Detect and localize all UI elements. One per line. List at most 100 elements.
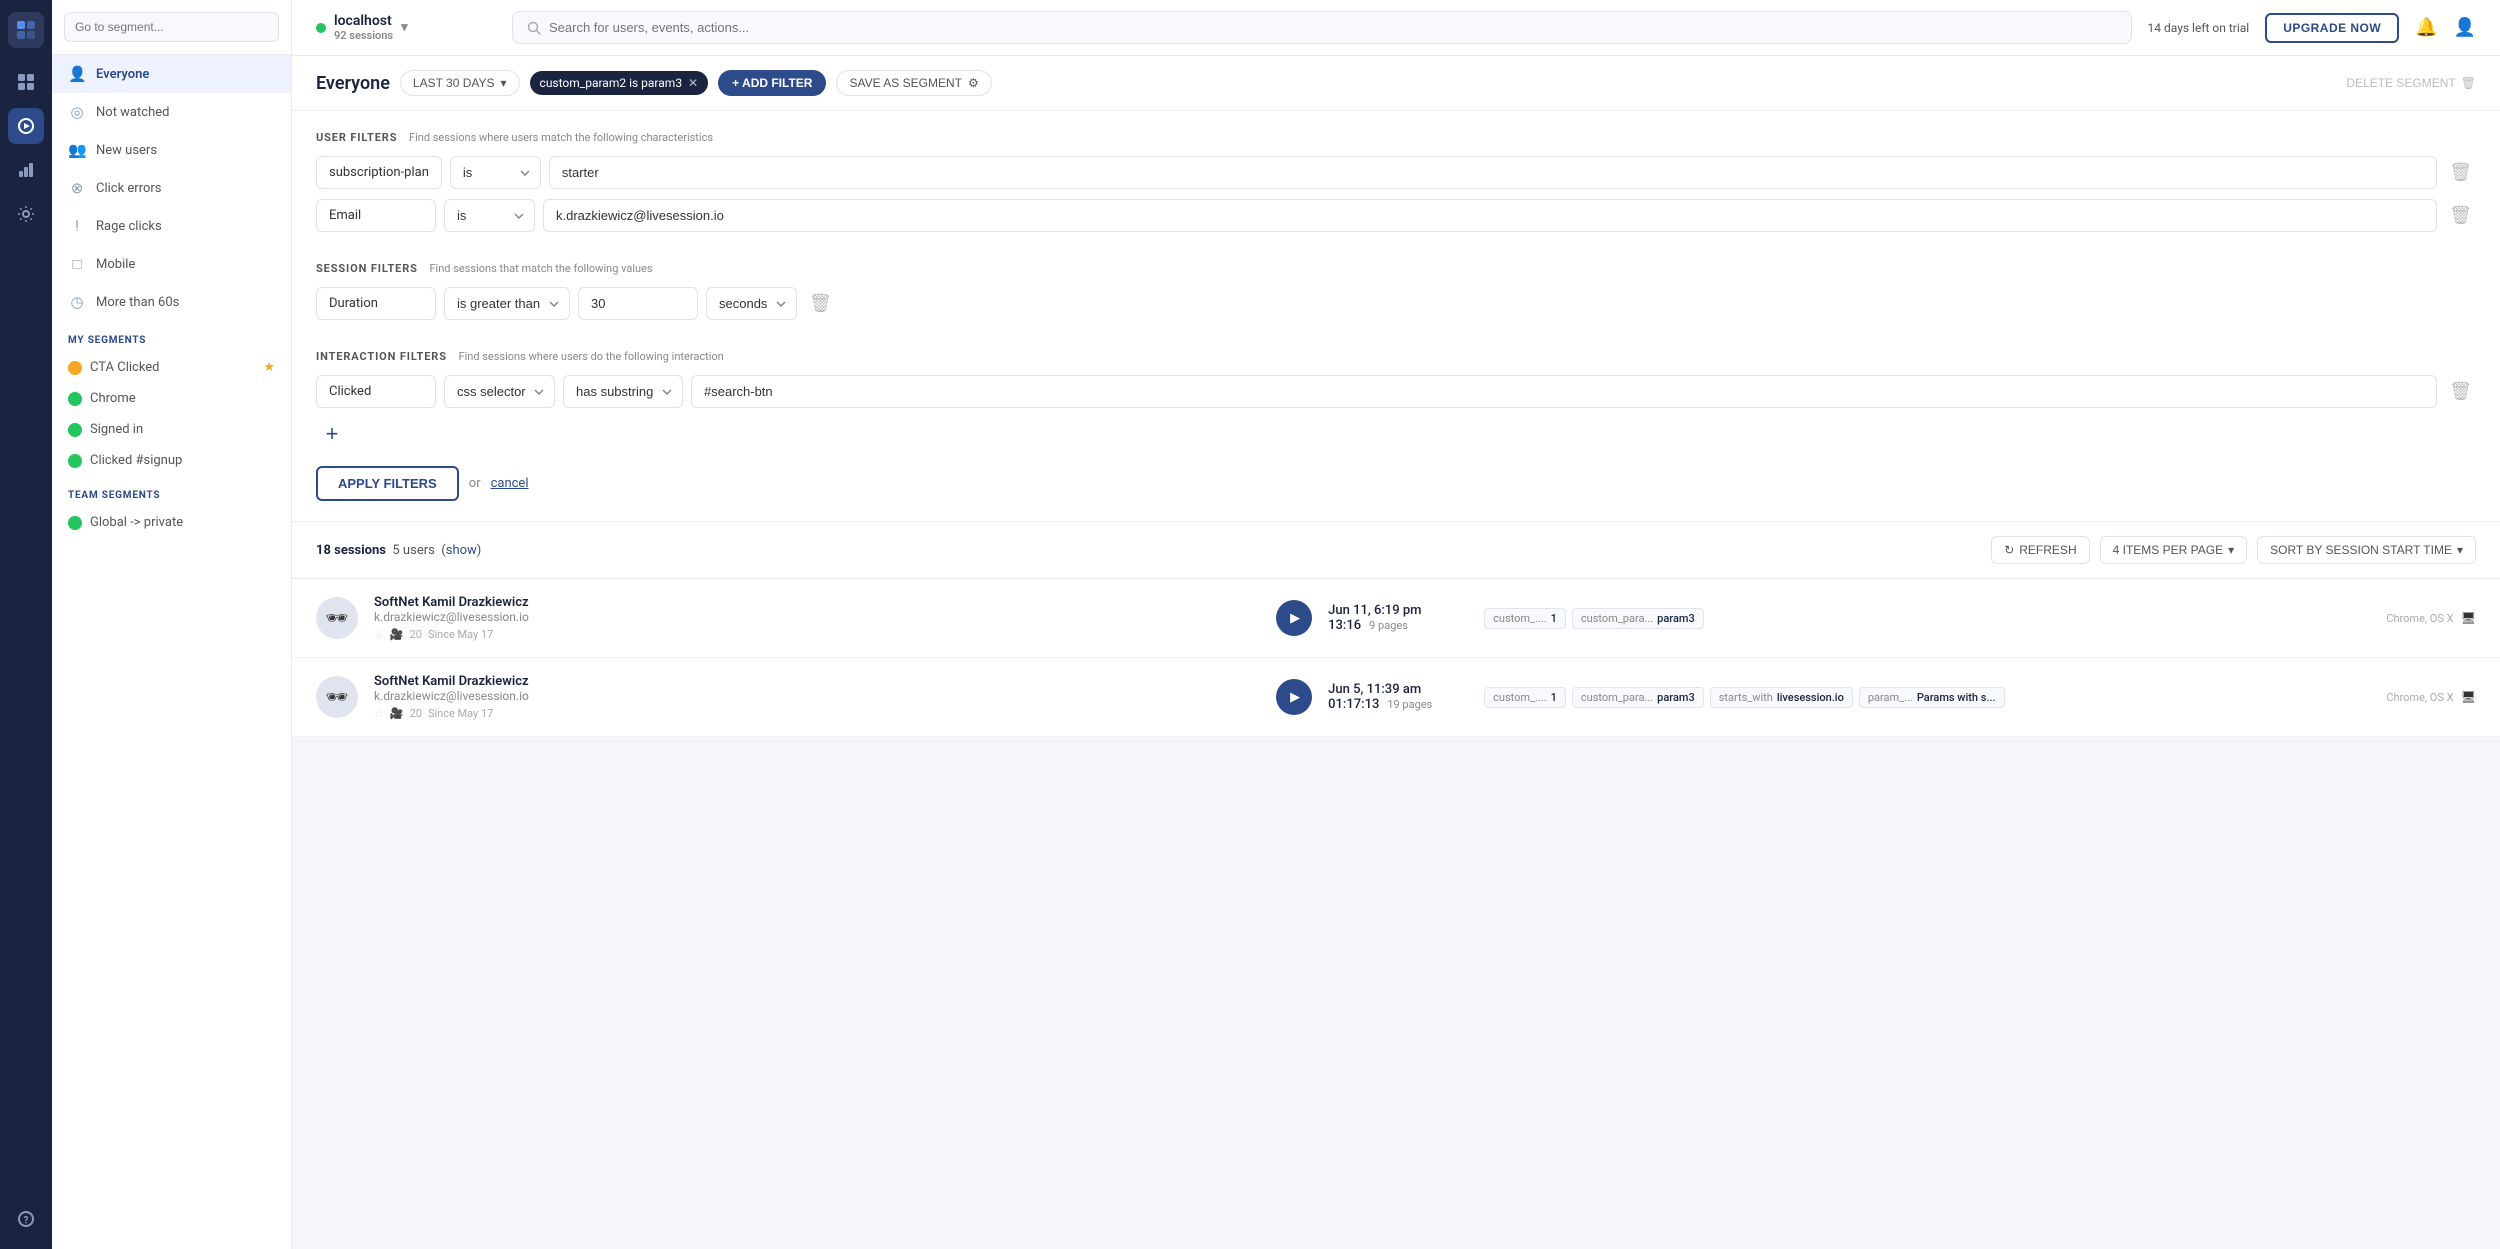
nav-icon-grid[interactable] [8, 64, 44, 100]
recording-count: 20 [410, 628, 422, 641]
segment-search-input[interactable] [64, 12, 279, 42]
apply-filters-button[interactable]: APPLY FILTERS [316, 466, 459, 501]
user-filter-operator-2[interactable]: is is not contains [444, 199, 535, 232]
user-filter-delete-1[interactable]: 🗑 [2445, 158, 2476, 187]
session-filter-delete-1[interactable]: 🗑 [805, 289, 836, 318]
app-dropdown-icon[interactable]: ▾ [401, 20, 408, 35]
segment-title: Everyone [316, 73, 390, 94]
items-per-page-button[interactable]: 4 ITEMS PER PAGE ▾ [2100, 536, 2248, 564]
tag-key: custom_.... [1493, 691, 1546, 704]
nav-icon-settings[interactable] [8, 196, 44, 232]
nav-label-mobile: Mobile [96, 257, 135, 272]
session-pages: 19 pages [1387, 698, 1432, 711]
my-segment-cta-clicked[interactable]: CTA Clicked ★ [52, 352, 291, 383]
upgrade-button[interactable]: UPGRADE NOW [2265, 13, 2399, 43]
session-filter-operator-1[interactable]: is greater than is less than is equal to [444, 287, 570, 320]
nav-label-new-users: New users [96, 143, 157, 158]
sidebar-item-new-users[interactable]: 👥New users [52, 131, 291, 169]
session-tag: starts_with livesession.io [1710, 687, 1853, 708]
tag-value: param3 [1657, 691, 1695, 704]
my-segment-clicked-signup[interactable]: Clicked #signup [52, 445, 291, 476]
session-since: Since May 17 [428, 707, 493, 720]
interaction-filter-operator-1[interactable]: css selector text id [444, 375, 555, 408]
show-users-link[interactable]: show [446, 543, 477, 558]
avatar: 🕶 [316, 597, 358, 639]
session-meta: ☆ 🎥 20 Since May 17 [374, 628, 1260, 641]
segment-label-team-global-private: Global -> private [90, 515, 183, 530]
user-filter-delete-2[interactable]: 🗑 [2445, 201, 2476, 230]
play-icon: ▶ [1290, 611, 1300, 626]
session-platform: Chrome, OS X 🖥 [2386, 611, 2476, 626]
items-per-page-label: 4 ITEMS PER PAGE [2113, 543, 2223, 557]
interaction-filter-condition-1[interactable]: has substring equals starts with [563, 375, 683, 408]
tag-key: custom_para... [1581, 691, 1653, 704]
tag-value: livesession.io [1777, 691, 1844, 704]
nav-icon-analytics[interactable] [8, 152, 44, 188]
play-icon: ▶ [1290, 690, 1300, 705]
delete-trash-icon: 🗑 [2461, 76, 2476, 90]
app-logo[interactable] [8, 12, 44, 48]
nav-label-click-errors: Click errors [96, 181, 162, 196]
sidebar-item-more-than-60s[interactable]: ◷More than 60s [52, 283, 291, 321]
apply-filters-area: APPLY FILTERS or cancel [316, 466, 2476, 501]
session-filter-field-1: Duration [316, 287, 436, 320]
save-settings-icon: ⚙ [968, 76, 979, 90]
interaction-filter-value-1[interactable] [691, 375, 2437, 408]
monitor-icon: 🖥 [2461, 690, 2476, 704]
table-row: 🕶 SoftNet Kamil Drazkiewicz k.drazkiewic… [292, 579, 2500, 658]
add-filter-label: + ADD FILTER [732, 76, 812, 90]
team-segment-global-private[interactable]: Global -> private [52, 507, 291, 538]
remove-filter-icon[interactable]: ✕ [688, 76, 698, 90]
add-condition-button[interactable]: + [316, 418, 348, 450]
my-segment-chrome[interactable]: Chrome [52, 383, 291, 414]
refresh-button[interactable]: ↻ REFRESH [1991, 536, 2089, 564]
nav-label-not-watched: Not watched [96, 105, 169, 120]
search-input[interactable] [549, 20, 2117, 35]
my-segment-signed-in[interactable]: Signed in [52, 414, 291, 445]
user-profile-icon[interactable]: 👤 [2454, 17, 2476, 38]
play-button[interactable]: ▶ [1276, 600, 1312, 636]
play-button[interactable]: ▶ [1276, 679, 1312, 715]
tag-key: starts_with [1719, 691, 1773, 704]
user-filter-value-1[interactable] [549, 156, 2437, 189]
sidebar-item-everyone[interactable]: 👤Everyone [52, 55, 291, 93]
interaction-filter-delete-1[interactable]: 🗑 [2445, 377, 2476, 406]
add-filter-button[interactable]: + ADD FILTER [718, 70, 826, 96]
session-filter-unit-1[interactable]: seconds minutes [706, 287, 797, 320]
tag-key: custom_para... [1581, 612, 1653, 625]
sort-button[interactable]: SORT BY SESSION START TIME ▾ [2257, 536, 2476, 564]
save-segment-button[interactable]: SAVE AS SEGMENT ⚙ [836, 70, 991, 96]
user-filter-row-1: subscription-plan is is not contains 🗑 [316, 156, 2476, 189]
cancel-link[interactable]: cancel [491, 476, 529, 491]
active-filter-text: custom_param2 is param3 [540, 76, 683, 90]
delete-segment-button[interactable]: DELETE SEGMENT 🗑 [2346, 76, 2476, 90]
platform-text: Chrome, OS X [2386, 612, 2453, 625]
tag-key: param_... [1868, 691, 1913, 704]
online-indicator [316, 23, 326, 33]
session-filter-value-1[interactable] [578, 287, 698, 320]
session-star[interactable]: ☆ [374, 628, 384, 641]
session-date: Jun 11, 6:19 pm [1328, 603, 1468, 618]
sidebar-item-rage-clicks[interactable]: !Rage clicks [52, 207, 291, 245]
sidebar-search-area [52, 0, 291, 55]
refresh-icon: ↻ [2004, 543, 2014, 557]
session-duration: 01:17:13 [1328, 697, 1379, 712]
sidebar-item-click-errors[interactable]: ⊗Click errors [52, 169, 291, 207]
user-filter-value-2[interactable] [543, 199, 2437, 232]
sidebar-item-mobile[interactable]: □Mobile [52, 245, 291, 283]
nav-icon-sessions[interactable] [8, 108, 44, 144]
header-right: 14 days left on trial UPGRADE NOW 🔔 👤 [2148, 13, 2476, 43]
session-meta: ☆ 🎥 20 Since May 17 [374, 707, 1260, 720]
global-search[interactable] [512, 11, 2132, 44]
date-range-picker[interactable]: LAST 30 DAYS ▾ [400, 70, 520, 96]
notification-bell-icon[interactable]: 🔔 [2415, 17, 2437, 38]
platform-text: Chrome, OS X [2386, 691, 2453, 704]
session-duration: 13:16 [1328, 618, 1361, 633]
session-user-name: SoftNet Kamil Drazkiewicz [374, 674, 1260, 689]
sidebar-item-not-watched[interactable]: ◎Not watched [52, 93, 291, 131]
nav-icon-help[interactable]: ? [8, 1201, 44, 1237]
user-filter-operator-1[interactable]: is is not contains [450, 156, 541, 189]
session-star[interactable]: ☆ [374, 707, 384, 720]
segment-star-cta-clicked[interactable]: ★ [263, 360, 275, 375]
my-segments-label: MY SEGMENTS [52, 321, 291, 352]
